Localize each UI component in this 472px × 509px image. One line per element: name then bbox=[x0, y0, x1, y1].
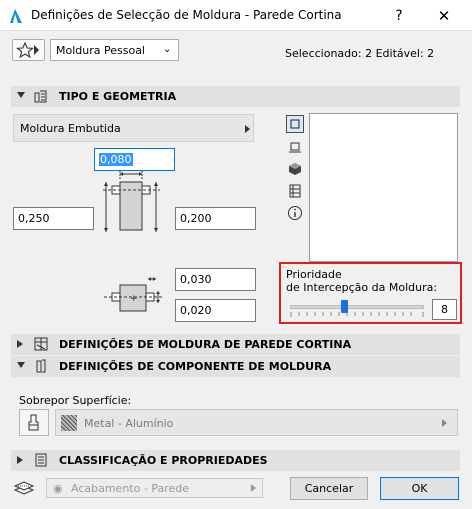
square-icon bbox=[290, 119, 300, 129]
frame-profile-diagram bbox=[103, 171, 160, 232]
paint-brush-icon bbox=[28, 414, 39, 431]
section-type-geometry[interactable]: TIPO E GEOMETRIA bbox=[11, 86, 460, 107]
frame-depth-left-input[interactable]: 0,250 bbox=[13, 207, 94, 230]
view-3d-icon[interactable] bbox=[286, 160, 304, 178]
slider-ticks bbox=[290, 312, 424, 317]
favorites-arrow-icon bbox=[34, 45, 39, 55]
priority-label: Prioridade de Intercepção da Moldura: bbox=[286, 268, 437, 294]
material-swatch-icon bbox=[61, 415, 77, 431]
section-classification[interactable]: CLASSIFICAÇÃO E PROPRIEDADES bbox=[11, 450, 460, 471]
view-2d-button[interactable] bbox=[286, 115, 304, 133]
curtain-wall-icon bbox=[34, 337, 48, 351]
window-title: Definições de Selecção de Moldura - Pare… bbox=[31, 8, 342, 22]
preset-dropdown[interactable]: Moldura Pessoal ⌄ bbox=[50, 39, 179, 61]
submenu-arrow-icon bbox=[245, 125, 250, 133]
surface-override-toggle[interactable] bbox=[19, 409, 49, 436]
frame-type-select[interactable]: Moldura Embutida bbox=[13, 114, 254, 142]
surface-override-label: Sobrepor Superfície: bbox=[19, 394, 132, 407]
chevron-down-icon: ⌄ bbox=[163, 44, 172, 55]
frame-type-value: Moldura Embutida bbox=[20, 122, 121, 135]
eye-icon: ◉ bbox=[53, 482, 63, 495]
collapse-triangle-icon bbox=[17, 362, 25, 368]
surface-material-value: Metal - Alumínio bbox=[84, 417, 174, 430]
section-title: DEFINIÇÕES DE COMPONENTE DE MOLDURA bbox=[59, 360, 332, 373]
frame-type-icon bbox=[34, 90, 47, 103]
frame-depth-right-input[interactable]: 0,200 bbox=[175, 207, 256, 230]
section-title: CLASSIFICAÇÃO E PROPRIEDADES bbox=[59, 454, 268, 467]
priority-label-line2: de Intercepção da Moldura: bbox=[286, 281, 438, 294]
section-title: TIPO E GEOMETRIA bbox=[59, 90, 177, 103]
info-icon[interactable] bbox=[286, 204, 304, 222]
title-bar: Definições de Selecção de Moldura - Pare… bbox=[0, 0, 472, 31]
layer-value: Acabamento - Parede bbox=[71, 482, 189, 495]
expand-triangle-icon bbox=[17, 456, 23, 464]
submenu-arrow-icon bbox=[251, 484, 256, 492]
surface-material-select[interactable]: Metal - Alumínio bbox=[55, 409, 458, 436]
section-curtain-frame[interactable]: DEFINIÇÕES DE MOLDURA DE PAREDE CORTINA bbox=[11, 334, 460, 355]
frame-offset-diagram: + bbox=[104, 277, 164, 312]
frame-offset-a-input[interactable]: 0,030 bbox=[175, 268, 256, 291]
selection-info: Seleccionado: 2 Editável: 2 bbox=[285, 47, 435, 60]
section-title: DEFINIÇÕES DE MOLDURA DE PAREDE CORTINA bbox=[59, 338, 352, 351]
classification-icon bbox=[35, 453, 47, 467]
preview-panel bbox=[309, 113, 458, 262]
ok-button[interactable]: OK bbox=[380, 477, 459, 500]
expand-triangle-icon bbox=[17, 340, 23, 348]
collapse-triangle-icon bbox=[17, 92, 25, 98]
archicad-icon bbox=[10, 9, 22, 23]
view-elevation-icon[interactable] bbox=[286, 139, 304, 157]
priority-value-input[interactable]: 8 bbox=[432, 299, 457, 320]
section-frame-component[interactable]: DEFINIÇÕES DE COMPONENTE DE MOLDURA bbox=[11, 356, 460, 377]
layer-select[interactable]: ◉ Acabamento - Parede bbox=[46, 478, 263, 498]
priority-label-line1: Prioridade bbox=[286, 268, 342, 281]
submenu-arrow-icon bbox=[442, 419, 447, 427]
cancel-button[interactable]: Cancelar bbox=[290, 477, 368, 500]
priority-slider-track[interactable] bbox=[290, 305, 424, 309]
help-button[interactable]: ? bbox=[388, 5, 410, 27]
preset-value: Moldura Pessoal bbox=[56, 44, 145, 57]
star-icon bbox=[16, 42, 34, 58]
view-section-icon[interactable] bbox=[286, 182, 304, 200]
frame-component-icon bbox=[36, 359, 46, 373]
frame-width-input[interactable]: 0,080 bbox=[94, 148, 175, 171]
favorites-button[interactable] bbox=[12, 39, 45, 61]
close-button[interactable]: ✕ bbox=[433, 5, 455, 27]
frame-offset-b-input[interactable]: 0,020 bbox=[175, 299, 256, 322]
svg-text:+: + bbox=[130, 294, 138, 304]
priority-slider-thumb[interactable] bbox=[340, 300, 348, 313]
layers-icon bbox=[13, 481, 35, 495]
